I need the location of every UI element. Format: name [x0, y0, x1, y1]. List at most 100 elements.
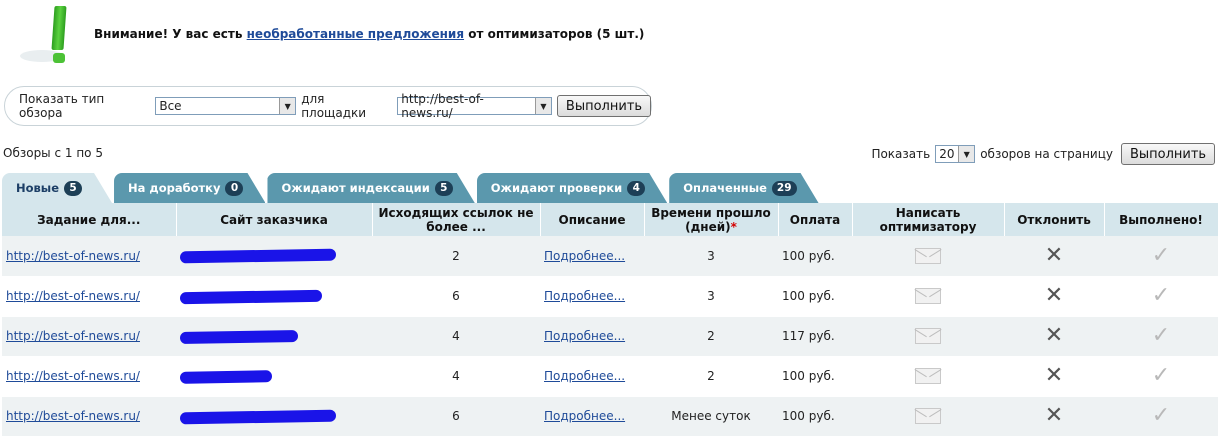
payment: 100 руб.: [778, 396, 852, 437]
redacted-customer-site: [179, 329, 299, 344]
tab-label: Оплаченные: [683, 181, 767, 195]
close-icon[interactable]: ✕: [1045, 243, 1063, 268]
checkmark-icon[interactable]: ✓: [1152, 323, 1170, 348]
count-badge: 29: [772, 181, 797, 196]
tab-label: Ожидают проверки: [490, 181, 623, 195]
close-icon[interactable]: ✕: [1045, 283, 1063, 308]
review-type-value: Все: [159, 99, 182, 113]
column-header[interactable]: Задание для...: [2, 203, 177, 236]
task-link[interactable]: http://best-of-news.ru/: [6, 329, 140, 343]
column-header[interactable]: Исходящих ссылок не более ...: [372, 203, 541, 236]
count-badge: 0: [225, 181, 243, 196]
checkmark-icon[interactable]: ✓: [1152, 403, 1170, 428]
links-count: 4: [372, 316, 540, 357]
unprocessed-offers-link[interactable]: необработанные предложения: [247, 27, 464, 41]
payment: 117 руб.: [778, 316, 852, 357]
payment: 100 руб.: [778, 356, 852, 397]
table-row: http://best-of-news.ru/ 4 Подробнее... 2…: [2, 356, 1218, 397]
column-header: Написать оптимизатору: [852, 203, 1005, 236]
envelope-icon[interactable]: [915, 328, 941, 344]
redacted-customer-site: [179, 409, 337, 424]
redacted-customer-site: [179, 248, 337, 264]
table-row: http://best-of-news.ru/ 6 Подробнее... 3…: [2, 276, 1218, 317]
checkmark-icon[interactable]: ✓: [1152, 243, 1170, 268]
range-text: Обзоры с 1 по 5: [3, 146, 103, 160]
column-header[interactable]: Времени прошло (дней)*: [644, 203, 779, 236]
envelope-icon[interactable]: [915, 368, 941, 384]
tab-paid[interactable]: Оплаченные 29: [669, 173, 818, 203]
notice-text: Внимание! У вас есть необработанные пред…: [94, 27, 644, 41]
task-link[interactable]: http://best-of-news.ru/: [6, 249, 140, 263]
days-elapsed: 2: [644, 316, 778, 357]
table-row: http://best-of-news.ru/ 4 Подробнее... 2…: [2, 316, 1218, 357]
site-value: http://best-of-news.ru/: [401, 92, 484, 120]
payment: 100 руб.: [778, 236, 852, 277]
details-link[interactable]: Подробнее...: [544, 289, 625, 303]
payment: 100 руб.: [778, 276, 852, 317]
task-link[interactable]: http://best-of-news.ru/: [6, 409, 140, 423]
links-count: 2: [372, 236, 540, 277]
per-page-label-after: обзоров на страницу: [980, 147, 1113, 161]
column-header[interactable]: Оплата: [778, 203, 853, 236]
count-badge: 5: [64, 181, 82, 196]
site-select[interactable]: http://best-of-news.ru/ ▼: [397, 92, 552, 120]
filter-submit-button[interactable]: Выполнить: [556, 95, 651, 117]
tab-awaiting-check[interactable]: Ожидают проверки 4: [477, 173, 667, 203]
column-header: Выполнено!: [1104, 203, 1219, 236]
days-elapsed: 2: [644, 356, 778, 397]
task-link[interactable]: http://best-of-news.ru/: [6, 289, 140, 303]
tab-awaiting-indexing[interactable]: Ожидают индексации 5: [267, 173, 474, 203]
review-type-label: Показать тип обзора: [19, 92, 105, 120]
links-count: 4: [372, 356, 540, 397]
checkmark-icon[interactable]: ✓: [1152, 283, 1170, 308]
envelope-icon[interactable]: [915, 288, 941, 304]
envelope-icon[interactable]: [915, 408, 941, 424]
chevron-down-icon[interactable]: ▼: [535, 98, 551, 114]
links-count: 6: [372, 396, 540, 437]
tab-rework[interactable]: На доработку 0: [114, 173, 265, 203]
details-link[interactable]: Подробнее...: [544, 369, 625, 383]
status-tabs: Новые 5 На доработку 0 Ожидают индексаци…: [2, 173, 821, 203]
column-header: Описание: [540, 203, 645, 236]
links-count: 6: [372, 276, 540, 317]
days-elapsed: Менее суток: [644, 396, 778, 437]
checkmark-icon[interactable]: ✓: [1152, 363, 1170, 388]
per-page-control: Показать 20 ▼ обзоров на страницу Выполн…: [871, 143, 1215, 165]
details-link[interactable]: Подробнее...: [544, 249, 625, 263]
per-page-value: 20: [939, 147, 955, 161]
notice-suffix: от оптимизаторов (5 шт.): [468, 27, 645, 41]
task-link[interactable]: http://best-of-news.ru/: [6, 369, 140, 383]
days-elapsed: 3: [644, 276, 778, 317]
close-icon[interactable]: ✕: [1045, 403, 1063, 428]
per-page-select[interactable]: 20 ▼: [935, 145, 976, 163]
table-row: http://best-of-news.ru/ 6 Подробнее... М…: [2, 396, 1218, 437]
tab-label: Новые: [16, 181, 60, 195]
table-header-row: Задание для... Сайт заказчика Исходящих …: [2, 203, 1219, 236]
review-type-select[interactable]: Все ▼: [155, 97, 297, 115]
redacted-customer-site: [179, 369, 273, 384]
days-elapsed: 3: [644, 236, 778, 277]
per-page-submit-button[interactable]: Выполнить: [1121, 143, 1215, 165]
chevron-down-icon[interactable]: ▼: [279, 98, 296, 114]
notice-prefix: Внимание! У вас есть: [94, 27, 243, 41]
details-link[interactable]: Подробнее...: [544, 409, 625, 423]
column-header: Отклонить: [1004, 203, 1105, 236]
redacted-customer-site: [179, 289, 323, 304]
per-page-label-before: Показать: [871, 147, 931, 161]
chevron-down-icon[interactable]: ▼: [958, 146, 975, 162]
count-badge: 5: [435, 181, 453, 196]
site-label: для площадки: [301, 92, 367, 120]
column-header[interactable]: Сайт заказчика: [176, 203, 373, 236]
tab-label: На доработку: [128, 181, 221, 195]
envelope-icon[interactable]: [915, 247, 941, 264]
tab-label: Ожидают индексации: [281, 181, 430, 195]
reviews-table: Задание для... Сайт заказчика Исходящих …: [2, 203, 1219, 437]
count-badge: 4: [627, 181, 645, 196]
details-link[interactable]: Подробнее...: [544, 329, 625, 343]
filter-panel: Показать тип обзора Все ▼ для площадки h…: [4, 86, 652, 126]
tab-new[interactable]: Новые 5: [2, 173, 112, 203]
notice-banner: Внимание! У вас есть необработанные пред…: [16, 4, 644, 64]
exclamation-icon: [16, 4, 67, 64]
close-icon[interactable]: ✕: [1045, 363, 1063, 388]
close-icon[interactable]: ✕: [1045, 323, 1063, 348]
